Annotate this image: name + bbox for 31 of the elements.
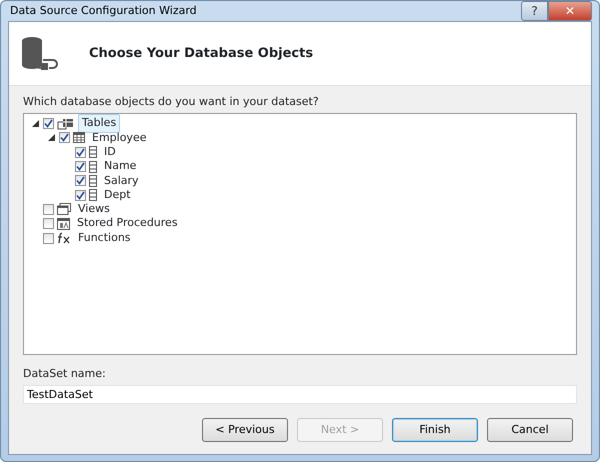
checkbox[interactable] (43, 118, 54, 130)
checkbox[interactable] (43, 204, 54, 215)
collapse-arrow-icon[interactable] (48, 134, 54, 142)
column-icon (89, 189, 97, 202)
tree-item[interactable]: Tables (78, 114, 120, 133)
field-label: DataSet name: (23, 366, 106, 382)
checkbox[interactable] (43, 232, 54, 244)
checkbox[interactable] (59, 132, 70, 144)
views-icon (57, 203, 71, 216)
window-title: Data Source Configuration Wizard (9, 2, 197, 19)
procedure-icon (57, 218, 70, 230)
wizard-button[interactable]: < Previous (202, 418, 288, 442)
page-heading: Choose Your Database Objects (89, 44, 314, 63)
column-icon (89, 174, 97, 187)
help-button[interactable]: ? (521, 1, 548, 21)
dataset-name-field[interactable]: TestDataSet (23, 384, 577, 404)
checkbox[interactable] (75, 190, 86, 201)
column-icon (89, 146, 97, 158)
database-plug-icon (21, 36, 61, 72)
tree-label: Which database objects do you want in your dataset? (23, 94, 319, 110)
checkbox[interactable] (75, 175, 86, 186)
table-icon (73, 132, 85, 144)
checkbox[interactable] (75, 146, 86, 158)
checkbox[interactable] (43, 218, 54, 230)
wizard-button[interactable]: Cancel (487, 418, 573, 442)
function-icon (57, 232, 71, 244)
checkbox[interactable] (75, 161, 86, 172)
tables-icon (57, 118, 75, 130)
column-icon (89, 160, 97, 173)
collapse-arrow-icon[interactable] (32, 120, 38, 128)
wizard-button[interactable]: Finish (392, 418, 478, 442)
